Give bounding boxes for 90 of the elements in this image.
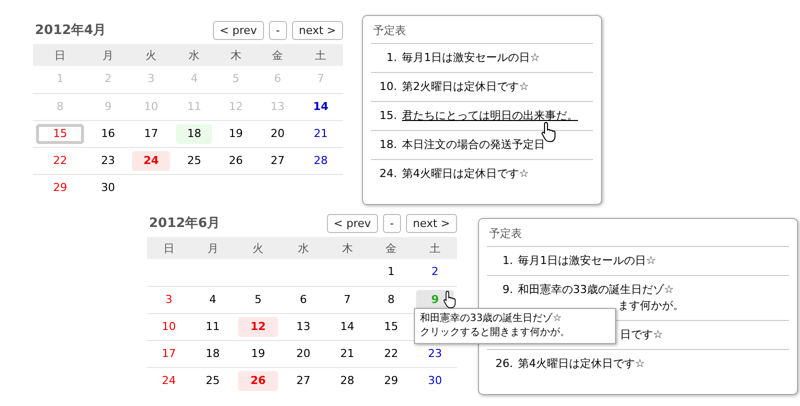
schedule-text: 和田憲幸の33歳の誕生日だゾ☆ xyxy=(518,282,675,298)
day-cell[interactable]: 22 xyxy=(372,344,410,364)
day-cell[interactable]: 24 xyxy=(150,370,188,391)
day-cell[interactable]: 20 xyxy=(284,344,322,364)
weekday-header: 火 xyxy=(234,237,282,259)
nav-button[interactable]: next > xyxy=(406,214,457,232)
schedule-text: 第2火曜日は定休日です☆ xyxy=(402,79,529,95)
day-cell[interactable]: 27 xyxy=(284,370,322,391)
weekday-header: 水 xyxy=(173,44,216,66)
schedule-text: 毎月1日は激安セールの日☆ xyxy=(518,253,656,269)
item-number: 10. xyxy=(378,79,397,95)
day-cell[interactable]: 12 xyxy=(238,316,278,336)
schedule-text: 第4火曜日は定休日です☆ xyxy=(402,166,529,182)
weekday-header: 水 xyxy=(281,237,326,259)
day-cell[interactable]: 6 xyxy=(284,290,322,310)
weekday-header: 木 xyxy=(215,44,257,66)
day-cell[interactable]: 20 xyxy=(260,124,296,144)
day-cell[interactable]: 30 xyxy=(90,178,126,198)
schedule-text: 毎月1日は激安セールの日☆ xyxy=(402,50,540,66)
day-cell[interactable]: 14 xyxy=(301,96,340,116)
weekday-header: 月 xyxy=(87,44,129,66)
day-cell[interactable]: 24 xyxy=(132,150,170,170)
weekday-header: 土 xyxy=(298,44,343,66)
weekday-header: 月 xyxy=(190,237,235,259)
nav-button[interactable]: < prev xyxy=(326,214,378,232)
schedule-link[interactable]: 君たちにとっては明日の出来事だ。 xyxy=(402,108,578,124)
day-cell[interactable]: 21 xyxy=(328,344,366,364)
item-number: 24. xyxy=(378,166,397,182)
day-cell[interactable]: 29 xyxy=(36,178,84,198)
month-title: 2012年6月 xyxy=(148,215,220,232)
day-cell[interactable]: 1 xyxy=(372,262,410,282)
day-cell[interactable]: 26 xyxy=(218,150,254,170)
day-cell[interactable]: 19 xyxy=(238,344,278,364)
day-cell[interactable]: 25 xyxy=(176,150,212,170)
day-cell[interactable]: 19 xyxy=(218,124,254,144)
weekday-header: 金 xyxy=(256,44,298,66)
weekday-header: 金 xyxy=(369,237,414,259)
hand-cursor-icon xyxy=(541,121,557,143)
day-cell[interactable]: 17 xyxy=(150,344,188,364)
day-cell[interactable]: 23 xyxy=(90,150,126,170)
day-cell[interactable]: 21 xyxy=(301,124,340,144)
day-cell[interactable]: 28 xyxy=(328,370,366,391)
item-number: 15. xyxy=(378,108,397,124)
day-cell[interactable]: 23 xyxy=(416,344,454,364)
nav-button[interactable]: next > xyxy=(292,20,343,40)
day-cell[interactable]: 8 xyxy=(372,290,410,310)
day-cell[interactable]: 30 xyxy=(416,370,454,391)
day-cell[interactable]: 15 xyxy=(36,124,84,144)
weekday-header: 日 xyxy=(147,237,191,259)
day-cell[interactable]: 13 xyxy=(284,316,322,336)
day-cell[interactable]: 3 xyxy=(150,290,188,310)
day-cell[interactable]: 14 xyxy=(328,316,366,336)
day-cell[interactable]: 29 xyxy=(372,370,410,391)
nav-button[interactable]: - xyxy=(268,20,287,40)
day-cell[interactable]: 15 xyxy=(372,316,410,336)
day-cell[interactable]: 28 xyxy=(301,150,340,170)
nav-button[interactable]: < prev xyxy=(212,20,264,40)
item-number: 18. xyxy=(378,137,397,153)
tooltip-text: 和田憲幸の33歳の誕生日だゾ☆ xyxy=(420,312,563,326)
day-cell[interactable]: 27 xyxy=(260,150,296,170)
panel-title: 予定表 xyxy=(487,226,789,247)
day-cell[interactable]: 10 xyxy=(150,316,188,336)
item-number: 1. xyxy=(386,50,397,66)
item-number: 26. xyxy=(494,356,513,372)
month-title: 2012年4月 xyxy=(34,22,106,39)
nav-button[interactable]: - xyxy=(382,214,401,232)
day-cell[interactable]: 11 xyxy=(194,316,232,336)
weekday-header: 土 xyxy=(413,237,457,259)
weekday-header: 火 xyxy=(128,44,174,66)
item-number: 1. xyxy=(502,253,513,269)
day-cell[interactable]: 25 xyxy=(194,370,232,391)
schedule-text: 日です☆ xyxy=(620,327,663,343)
weekday-header: 日 xyxy=(33,44,88,66)
schedule-text: ます何かが。 xyxy=(618,298,684,314)
day-cell[interactable]: 22 xyxy=(36,150,84,170)
day-cell[interactable]: 17 xyxy=(132,124,170,144)
day-cell[interactable]: 26 xyxy=(238,370,278,391)
day-cell[interactable]: 5 xyxy=(238,290,278,310)
day-cell[interactable]: 4 xyxy=(194,290,232,310)
day-cell[interactable]: 16 xyxy=(90,124,126,144)
weekday-header: 木 xyxy=(325,237,370,259)
panel-title: 予定表 xyxy=(371,23,593,44)
schedule-text: 本日注文の場合の発送予定日 xyxy=(402,137,545,153)
item-number: 9. xyxy=(502,282,513,298)
tooltip-text: クリックすると開きます何かが。 xyxy=(420,326,571,340)
day-cell[interactable]: 7 xyxy=(328,290,366,310)
day-cell[interactable]: 18 xyxy=(194,344,232,364)
schedule-text: 第4火曜日は定休日です☆ xyxy=(518,356,645,372)
day-cell[interactable]: 2 xyxy=(416,262,454,282)
day-cell[interactable]: 18 xyxy=(176,124,212,144)
